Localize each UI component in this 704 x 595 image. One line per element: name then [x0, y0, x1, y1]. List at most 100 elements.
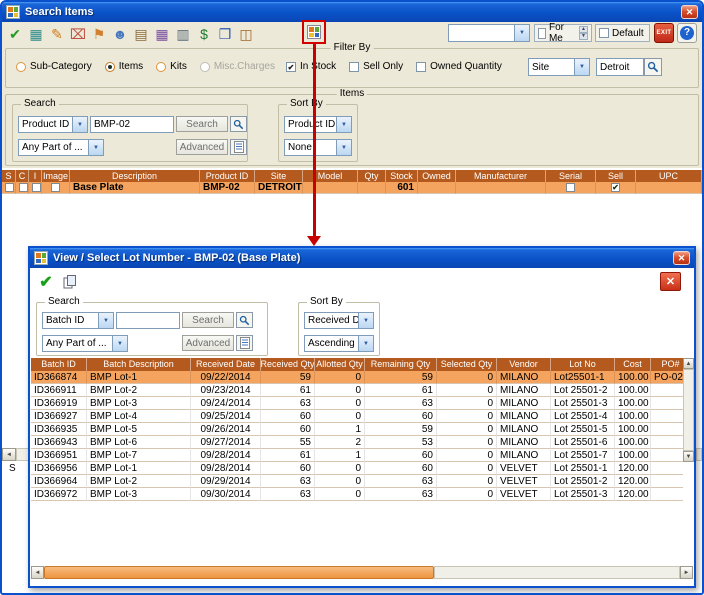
quick-filter-combo[interactable]: ▼ [448, 24, 530, 42]
vendors-icon[interactable]: ☻ [110, 24, 130, 44]
lot-search-button[interactable]: Search [182, 312, 234, 328]
scroll-left-icon[interactable]: ◄ [2, 448, 16, 461]
table-row[interactable]: ID366943BMP Lot-609/27/2014552530MILANOL… [31, 436, 683, 449]
lot-sort-primary-combo[interactable]: Received D... ▼ [304, 312, 374, 329]
site-combo[interactable]: Site ▼ [528, 58, 590, 76]
advanced-button[interactable]: Advanced [176, 139, 228, 155]
spinner-down-icon[interactable]: ▼ [579, 33, 588, 40]
column-header[interactable]: Site [255, 170, 303, 182]
table-row[interactable]: ID366956BMP Lot-109/28/2014600600VELVETL… [31, 462, 683, 475]
main-titlebar[interactable]: Search Items ✕ [2, 2, 702, 22]
cell-checkbox[interactable] [546, 182, 596, 194]
lot-accept-button[interactable]: ✔ [36, 272, 56, 292]
default-checkbox[interactable] [599, 28, 609, 38]
accept-icon[interactable]: ✔ [5, 24, 25, 44]
lot-magnifier-button[interactable] [236, 312, 253, 328]
column-header[interactable]: PO# [651, 358, 683, 371]
main-hscrollbar[interactable]: ◄ [2, 448, 30, 461]
for-me-control[interactable]: For Me ▲ ▼ [534, 24, 592, 42]
column-header[interactable]: S [2, 170, 16, 182]
lot-advanced-button[interactable]: Advanced [182, 335, 234, 351]
scroll-track[interactable] [434, 566, 680, 579]
column-header[interactable]: Received Date [191, 358, 261, 371]
column-header[interactable]: I [29, 170, 42, 182]
scroll-right-icon[interactable]: ► [680, 566, 693, 579]
calculator-icon[interactable]: ▥ [173, 24, 193, 44]
help-button[interactable]: ? [677, 23, 697, 43]
lot-sort-secondary-combo[interactable]: Ascending ▼ [304, 335, 374, 352]
chevron-down-icon[interactable]: ▼ [336, 140, 351, 155]
chevron-down-icon[interactable]: ▼ [72, 117, 87, 132]
delete-icon[interactable]: ⌧ [68, 24, 88, 44]
table-row[interactable]: ID366874BMP Lot-109/22/2014590590MILANOL… [31, 371, 683, 384]
scroll-track[interactable] [683, 369, 694, 451]
column-header[interactable]: Remaining Qty [365, 358, 437, 371]
scroll-down-icon[interactable]: ▼ [683, 451, 694, 462]
payments-icon[interactable]: $ [194, 24, 214, 44]
column-header[interactable]: Selected Qty [437, 358, 497, 371]
chevron-down-icon[interactable]: ▼ [336, 117, 351, 132]
notes-icon[interactable]: ▤ [131, 24, 151, 44]
column-header[interactable]: C [16, 170, 29, 182]
search-mode-combo[interactable]: Any Part of ... ▼ [18, 139, 104, 156]
lot-cancel-button[interactable]: ✕ [660, 272, 681, 291]
column-header[interactable]: Owned [418, 170, 456, 182]
table-row[interactable]: ID366972BMP Lot-309/30/2014630630VELVETL… [31, 488, 683, 501]
filter-radio-kits[interactable]: Kits [156, 61, 187, 72]
table-row[interactable]: Base PlateBMP-02DETROIT601✔ [2, 182, 702, 194]
lot-titlebar[interactable]: View / Select Lot Number - BMP-02 (Base … [30, 248, 694, 268]
close-icon[interactable]: ✕ [673, 251, 690, 265]
table-row[interactable]: ID366919BMP Lot-309/24/2014630630MILANOL… [31, 397, 683, 410]
catalog-icon[interactable]: ❒ [215, 24, 235, 44]
scroll-left-icon[interactable]: ◄ [31, 566, 44, 579]
cell-checkbox[interactable] [16, 182, 29, 194]
lot-field-combo[interactable]: Batch ID ▼ [42, 312, 114, 329]
filter-check-sell-only[interactable]: Sell Only [349, 61, 403, 72]
lot-mode-combo[interactable]: Any Part of ... ▼ [42, 335, 128, 352]
filter-check-owned-quantity[interactable]: Owned Quantity [416, 61, 502, 72]
lot-report-button[interactable] [236, 335, 253, 351]
column-header[interactable]: Manufacturer [456, 170, 546, 182]
column-header[interactable]: Cost [615, 358, 651, 371]
table-row[interactable]: ID366964BMP Lot-209/29/2014630630VELVETL… [31, 475, 683, 488]
sort-primary-combo[interactable]: Product ID ▼ [284, 116, 352, 133]
column-header[interactable]: Stock [386, 170, 418, 182]
column-header[interactable]: Lot No [551, 358, 615, 371]
column-header[interactable]: Batch Description [87, 358, 191, 371]
table-row[interactable]: ID366951BMP Lot-709/28/2014611600MILANOL… [31, 449, 683, 462]
scroll-thumb[interactable] [44, 566, 434, 579]
cell-checkbox[interactable] [29, 182, 42, 194]
filter-radio-items[interactable]: Items [105, 61, 143, 72]
search-query-input[interactable] [90, 116, 174, 133]
chevron-down-icon[interactable]: ▼ [112, 336, 127, 351]
column-header[interactable]: Description [70, 170, 200, 182]
column-header[interactable]: Image [42, 170, 70, 182]
report-button[interactable] [230, 139, 247, 155]
close-icon[interactable]: ✕ [681, 5, 698, 19]
chevron-down-icon[interactable]: ▼ [88, 140, 103, 155]
cell-checkbox[interactable] [2, 182, 16, 194]
inventory-icon[interactable]: ◫ [236, 24, 256, 44]
filter-check-in-stock[interactable]: ✔In Stock [286, 61, 336, 72]
table-row[interactable]: ID366927BMP Lot-409/25/2014600600MILANOL… [31, 410, 683, 423]
scroll-up-icon[interactable]: ▲ [683, 358, 694, 369]
sort-secondary-combo[interactable]: None ▼ [284, 139, 352, 156]
lot-hscrollbar[interactable]: ◄ ► [31, 566, 693, 579]
site-search-input[interactable] [596, 58, 644, 76]
default-control[interactable]: Default [595, 24, 650, 42]
chevron-down-icon[interactable]: ▼ [574, 59, 589, 75]
lot-copy-button[interactable] [60, 272, 80, 292]
search-button[interactable]: Search [176, 116, 228, 132]
site-search-button[interactable] [644, 58, 662, 76]
table-row[interactable]: ID366911BMP Lot-209/23/2014610610MILANOL… [31, 384, 683, 397]
column-header[interactable]: Serial [546, 170, 596, 182]
spinner-up-icon[interactable]: ▲ [579, 26, 588, 33]
matrix-icon[interactable]: ▦ [152, 24, 172, 44]
column-header[interactable]: Qty [358, 170, 386, 182]
lot-number-button[interactable] [302, 20, 326, 44]
chevron-down-icon[interactable]: ▼ [358, 336, 373, 351]
lot-vscrollbar[interactable]: ▲ ▼ [683, 358, 694, 462]
label-icon[interactable]: ⚑ [89, 24, 109, 44]
column-header[interactable]: Vendor [497, 358, 551, 371]
filter-radio-sub-category[interactable]: Sub-Category [16, 61, 92, 72]
